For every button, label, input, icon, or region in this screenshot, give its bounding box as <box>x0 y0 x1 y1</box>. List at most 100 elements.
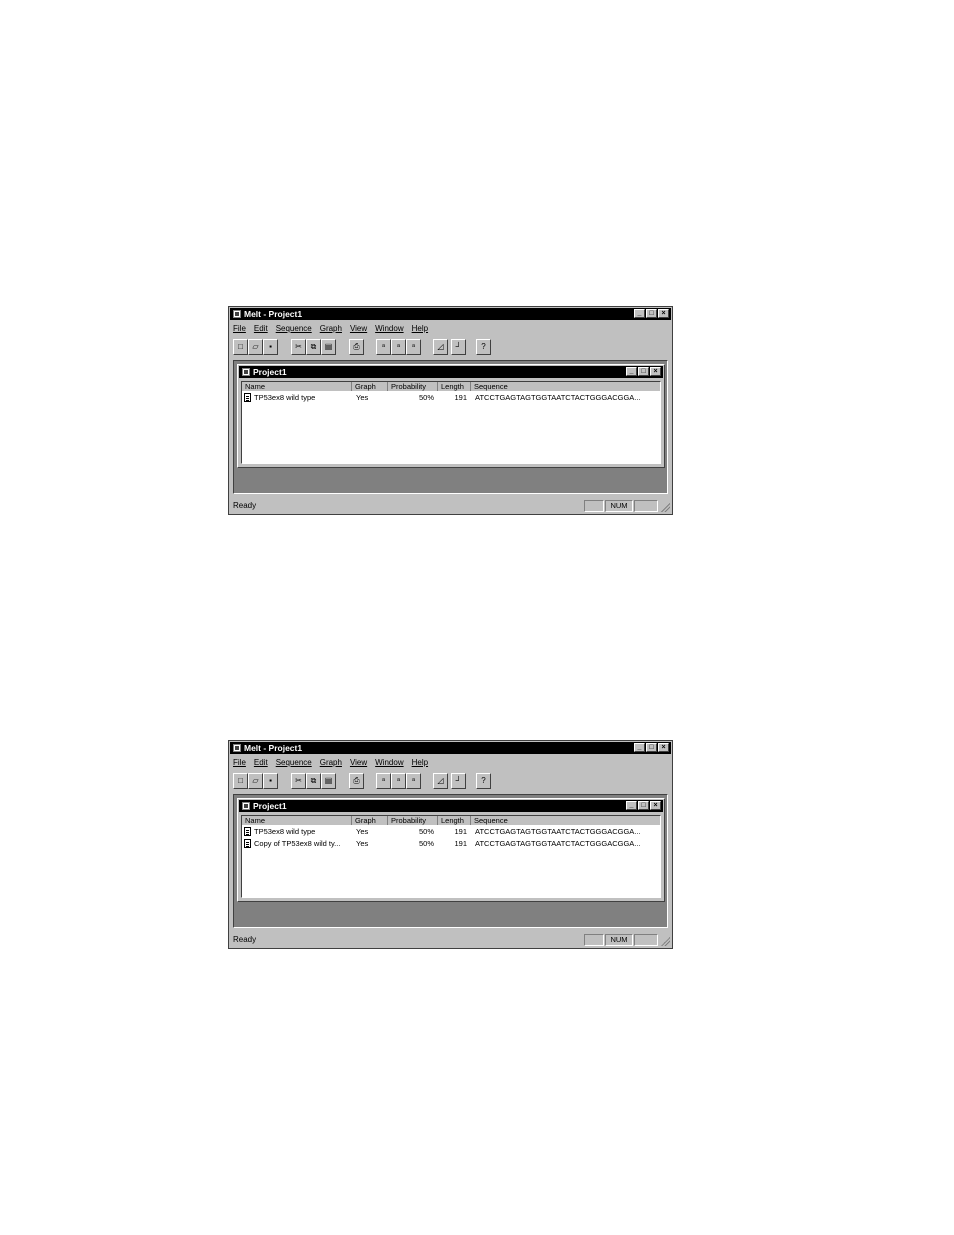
copy-icon[interactable]: ⧉ <box>306 773 321 789</box>
column-header-length[interactable]: Length <box>438 382 471 391</box>
cell-length: 191 <box>454 839 467 848</box>
help-icon[interactable]: ? <box>476 339 491 355</box>
project-maximize-button[interactable]: □ <box>638 367 649 376</box>
cell-graph: Yes <box>356 827 369 836</box>
list-item[interactable]: TP53ex8 wild type Yes 50% 191 ATCCTGAGTAGTGG… <box>242 392 660 403</box>
project-close-button[interactable]: × <box>650 367 661 376</box>
copy-icon[interactable]: ⧉ <box>306 339 321 355</box>
print-icon[interactable]: ⎙ <box>349 773 364 789</box>
step-graph-icon[interactable]: ┘ <box>451 339 466 355</box>
graph-icon[interactable]: ◿ <box>433 773 448 789</box>
cell-name: TP53ex8 wild type <box>254 393 316 402</box>
project-icon <box>242 802 250 810</box>
close-button[interactable]: × <box>658 743 669 752</box>
menu-sequence[interactable]: Sequence <box>276 757 312 768</box>
project-close-button[interactable]: × <box>650 801 661 810</box>
sequence-tool-2-icon[interactable]: ᵃ <box>391 339 406 355</box>
cell-graph: Yes <box>356 393 369 402</box>
toolbar: □ ▱ ▪ ✂ ⧉ ▤ ⎙ ᵃ ᵃ ᵃ ◿ ┘? <box>233 772 669 790</box>
close-button[interactable]: × <box>658 309 669 318</box>
app-window: Melt - Project1 _ □ × File Edit Sequence Graph V… <box>228 306 673 515</box>
column-header-graph[interactable]: Graph <box>352 816 388 825</box>
step-graph-icon[interactable]: ┘ <box>451 773 466 789</box>
menu-sequence[interactable]: Sequence <box>276 323 312 334</box>
menu-graph[interactable]: Graph <box>320 757 342 768</box>
project-title-bar: Project1 _ □ × <box>239 366 663 378</box>
cell-name: TP53ex8 wild type <box>254 827 316 836</box>
menu-bar: File Edit Sequence Graph View Window Help <box>233 757 428 768</box>
app-window: Melt - Project1 _ □ × File Edit Sequence Graph V… <box>228 740 673 949</box>
window-controls: _ □ × <box>634 743 669 752</box>
cell-sequence: ATCCTGAGTAGTGGTAATCTACTGGGACGGA... <box>475 839 641 848</box>
menu-edit[interactable]: Edit <box>254 323 268 334</box>
status-panel <box>634 500 658 512</box>
status-bar: Ready NUM <box>230 499 671 513</box>
new-icon[interactable]: □ <box>233 339 248 355</box>
save-icon[interactable]: ▪ <box>263 773 278 789</box>
column-header-name[interactable]: Name <box>242 382 352 391</box>
project-window-controls: _ □ × <box>626 801 661 810</box>
new-icon[interactable]: □ <box>233 773 248 789</box>
maximize-button[interactable]: □ <box>646 743 657 752</box>
project-maximize-button[interactable]: □ <box>638 801 649 810</box>
minimize-button[interactable]: _ <box>634 309 645 318</box>
status-text: Ready <box>233 501 257 510</box>
column-header-sequence[interactable]: Sequence <box>471 816 667 825</box>
list-item[interactable]: Copy of TP53ex8 wild ty... Yes 50% 191 ATCCT… <box>242 838 660 849</box>
project-minimize-button[interactable]: _ <box>626 367 637 376</box>
cell-name: Copy of TP53ex8 wild ty... <box>254 839 341 848</box>
list-item[interactable]: TP53ex8 wild type Yes 50% 191 ATCCTGAGTAGTGG… <box>242 826 660 837</box>
resize-grip[interactable] <box>660 502 670 512</box>
cell-length: 191 <box>454 393 467 402</box>
menu-file[interactable]: File <box>233 757 246 768</box>
resize-grip[interactable] <box>660 936 670 946</box>
project-minimize-button[interactable]: _ <box>626 801 637 810</box>
column-header-graph[interactable]: Graph <box>352 382 388 391</box>
cut-icon[interactable]: ✂ <box>291 339 306 355</box>
cell-graph: Yes <box>356 839 369 848</box>
menu-view[interactable]: View <box>350 323 367 334</box>
paste-icon[interactable]: ▤ <box>321 773 336 789</box>
column-header-length[interactable]: Length <box>438 816 471 825</box>
project-window: Project1 _ □ × Name Graph Probability Length Seq… <box>237 798 667 902</box>
open-icon[interactable]: ▱ <box>248 339 263 355</box>
menu-window[interactable]: Window <box>375 757 403 768</box>
window-title: Melt - Project1 <box>244 309 303 319</box>
minimize-button[interactable]: _ <box>634 743 645 752</box>
sequence-list: Name Graph Probability Length Sequence TP53ex… <box>241 815 667 898</box>
cut-icon[interactable]: ✂ <box>291 773 306 789</box>
cell-sequence: ATCCTGAGTAGTGGTAATCTACTGGGACGGA... <box>475 393 641 402</box>
sequence-tool-2-icon[interactable]: ᵃ <box>391 773 406 789</box>
cell-probability: 50% <box>418 839 434 848</box>
window-title: Melt - Project1 <box>244 743 303 753</box>
menu-graph[interactable]: Graph <box>320 323 342 334</box>
menu-window[interactable]: Window <box>375 323 403 334</box>
window-controls: _ □ × <box>634 309 669 318</box>
menu-help[interactable]: Help <box>412 757 428 768</box>
column-header-probability[interactable]: Probability <box>388 816 438 825</box>
status-bar: Ready NUM <box>230 933 671 947</box>
menu-help[interactable]: Help <box>412 323 428 334</box>
maximize-button[interactable]: □ <box>646 309 657 318</box>
graph-icon[interactable]: ◿ <box>433 339 448 355</box>
column-header-probability[interactable]: Probability <box>388 382 438 391</box>
project-title: Project1 <box>253 367 287 377</box>
cell-length: 191 <box>454 827 467 836</box>
column-header-name[interactable]: Name <box>242 816 352 825</box>
sequence-tool-1-icon[interactable]: ᵃ <box>376 339 391 355</box>
toolbar: □ ▱ ▪ ✂ ⧉ ▤ ⎙ ᵃ ᵃ ᵃ ◿ ┘? <box>233 338 669 356</box>
project-icon <box>242 368 250 376</box>
help-icon[interactable]: ? <box>476 773 491 789</box>
save-icon[interactable]: ▪ <box>263 339 278 355</box>
sequence-tool-3-icon[interactable]: ᵃ <box>406 339 421 355</box>
menu-file[interactable]: File <box>233 323 246 334</box>
menu-view[interactable]: View <box>350 757 367 768</box>
menu-bar: File Edit Sequence Graph View Window Help <box>233 323 428 334</box>
menu-edit[interactable]: Edit <box>254 757 268 768</box>
paste-icon[interactable]: ▤ <box>321 339 336 355</box>
sequence-tool-3-icon[interactable]: ᵃ <box>406 773 421 789</box>
column-header-sequence[interactable]: Sequence <box>471 382 667 391</box>
sequence-tool-1-icon[interactable]: ᵃ <box>376 773 391 789</box>
print-icon[interactable]: ⎙ <box>349 339 364 355</box>
open-icon[interactable]: ▱ <box>248 773 263 789</box>
